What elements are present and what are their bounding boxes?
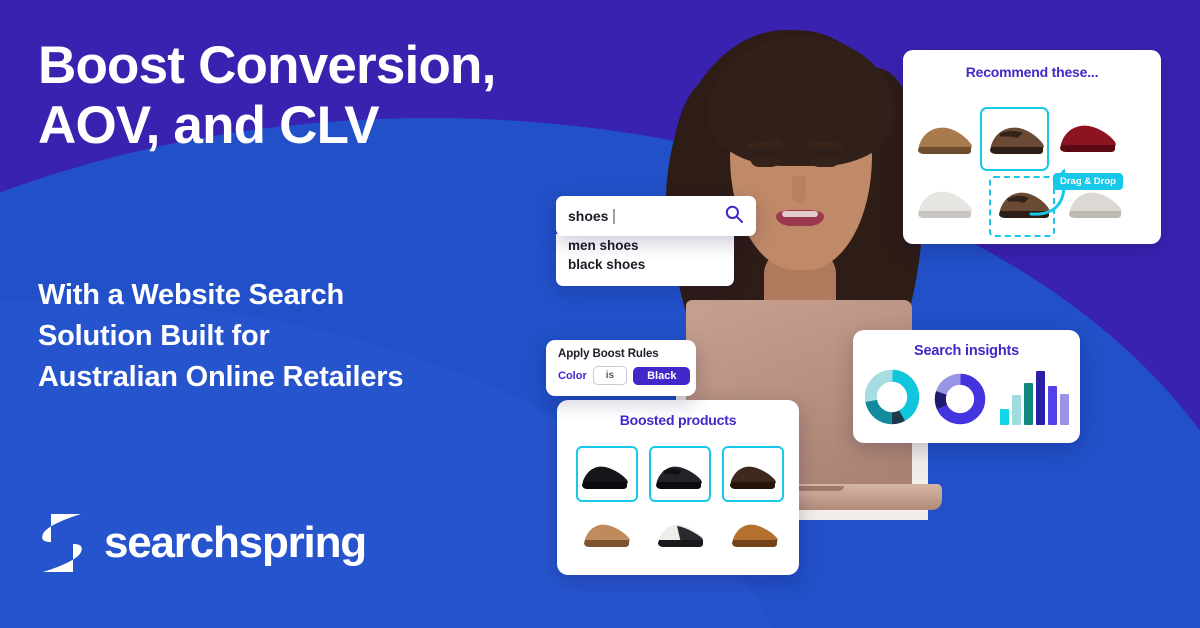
suggestion-item[interactable]: men shoes: [556, 234, 734, 253]
search-insights-title: Search insights: [914, 343, 1019, 359]
boosted-products-grid: [557, 428, 799, 558]
boost-field-label: Color: [558, 369, 587, 382]
boosted-product-tile[interactable]: [727, 458, 779, 492]
product-tile[interactable]: [655, 516, 707, 550]
searchspring-s-mark-icon: [42, 514, 82, 572]
bar-chart: [1000, 371, 1069, 425]
magnifier-icon[interactable]: [724, 204, 744, 229]
apply-boost-rules-card: Apply Boost Rules Color is Black: [546, 340, 696, 396]
bar: [1012, 395, 1021, 425]
nose: [792, 176, 806, 202]
search-insights-card: Search insights: [853, 330, 1080, 443]
donut-chart-1: [864, 369, 920, 425]
recommend-card: Recommend these... Drag & Drop: [903, 50, 1161, 244]
search-bar[interactable]: shoes: [556, 196, 756, 236]
bar: [1060, 394, 1069, 425]
subhead-line-1: With a Website Search: [38, 279, 345, 311]
suggestion-item[interactable]: black shoes: [556, 253, 734, 272]
subhead-line-3: Australian Online Retailers: [38, 361, 404, 394]
recommend-product-tile[interactable]: [913, 180, 975, 222]
boosted-products-title: Boosted products: [619, 412, 737, 428]
teeth: [782, 211, 818, 217]
recommend-product-tile[interactable]: [913, 116, 975, 158]
bar: [1048, 386, 1057, 425]
subhead-line-2: Solution Built for: [38, 320, 270, 353]
boost-rules-title: Apply Boost Rules: [558, 348, 659, 360]
recommend-product-tile[interactable]: [1055, 114, 1119, 156]
bar: [1024, 383, 1033, 425]
bar: [1036, 371, 1045, 425]
boost-value-chip[interactable]: Black: [633, 366, 691, 385]
page-title: Boost Conversion, AOV, and CLV: [38, 36, 578, 157]
recommend-card-title: Recommend these...: [965, 64, 1099, 80]
boosted-product-tile[interactable]: [653, 458, 705, 492]
product-tile[interactable]: [581, 516, 633, 550]
recommend-product-grid: Drag & Drop: [903, 80, 1161, 237]
boosted-products-card: Boosted products: [557, 400, 799, 575]
bar: [1000, 409, 1009, 425]
boosted-product-tile[interactable]: [579, 458, 631, 492]
page-subtitle: With a Website Search Solution Built for…: [38, 275, 518, 399]
boost-operator-select[interactable]: is: [592, 366, 628, 385]
eye-right: [810, 158, 840, 167]
boost-rule-row: Color is Black: [546, 360, 696, 385]
headline-line-2: AOV, and CLV: [38, 96, 380, 156]
drag-drop-badge: Drag & Drop: [1053, 173, 1123, 190]
eye-left: [750, 158, 780, 167]
headline-line-1: Boost Conversion,: [38, 36, 496, 95]
search-input[interactable]: shoes: [568, 208, 608, 224]
hero-banner: Boost Conversion, AOV, and CLV With a We…: [0, 0, 1200, 628]
brand-logo: searchspring: [38, 512, 367, 574]
product-tile[interactable]: [729, 516, 781, 550]
drag-drop-arrow-icon: [1029, 168, 1068, 216]
donut-chart-2: [934, 373, 986, 425]
search-suggestions-dropdown[interactable]: men shoes black shoes: [556, 234, 734, 286]
brand-name: searchspring: [104, 518, 367, 567]
search-insights-charts: [853, 359, 1080, 425]
text-caret: [613, 208, 615, 224]
